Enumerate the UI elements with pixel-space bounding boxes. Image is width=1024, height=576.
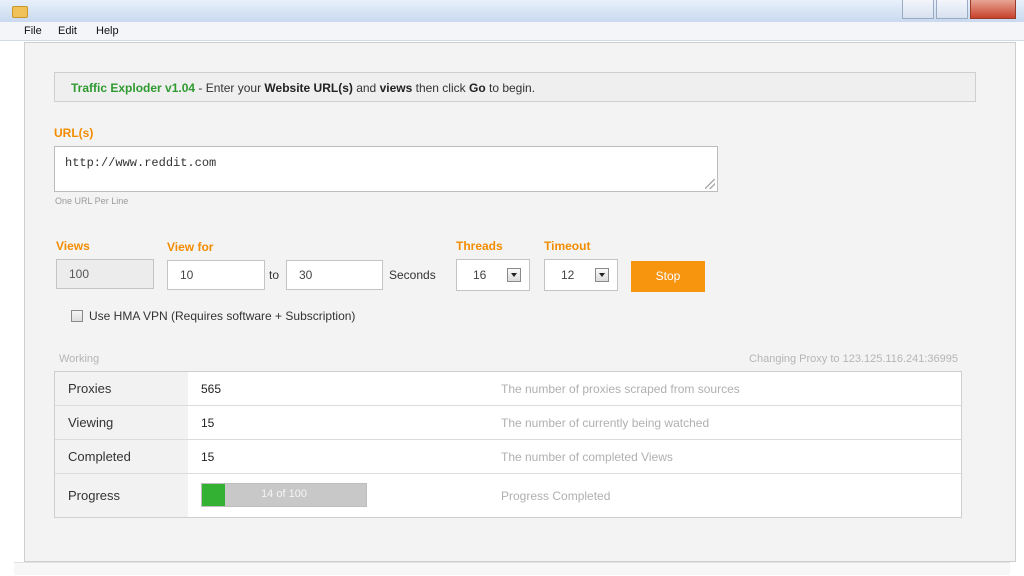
banner-text-2: and: [352, 81, 380, 95]
view-for-label: View for: [167, 240, 214, 254]
row-label: Completed: [68, 449, 131, 464]
app-folder-icon: [12, 6, 28, 18]
resize-grip-icon[interactable]: [705, 179, 715, 189]
menu-help[interactable]: Help: [96, 25, 119, 37]
dropdown-arrow-icon[interactable]: [507, 268, 521, 282]
instruction-banner: Traffic Exploder v1.04 - Enter your Webs…: [54, 72, 976, 102]
banner-text-1: - Enter your: [195, 81, 265, 95]
banner-bold-go: Go: [468, 81, 486, 95]
row-description: The number of completed Views: [501, 450, 673, 464]
menu-bar: File Edit Help: [0, 22, 1024, 41]
row-value: 15: [201, 450, 215, 464]
proxy-status: Changing Proxy to 123.125.116.241:36995: [749, 353, 958, 365]
views-label: Views: [56, 239, 90, 253]
row-label: Progress: [68, 488, 121, 503]
vpn-checkbox[interactable]: [71, 310, 83, 322]
stats-table: Proxies 565 The number of proxies scrape…: [54, 371, 962, 518]
row-label: Proxies: [68, 381, 112, 396]
vpn-checkbox-label[interactable]: Use HMA VPN (Requires software + Subscri…: [89, 309, 355, 323]
banner-text-4: to begin.: [485, 81, 536, 95]
timeout-label: Timeout: [544, 239, 591, 253]
seconds-text: Seconds: [389, 268, 436, 282]
stats-row-viewing: Viewing 15 The number of currently being…: [55, 406, 961, 440]
row-value: 565: [201, 382, 222, 396]
maximize-button[interactable]: [936, 0, 968, 19]
banner-bold-website-urls: Website URL(s): [264, 81, 353, 95]
row-value: 15: [201, 416, 215, 430]
close-button[interactable]: [970, 0, 1016, 19]
window-bottom-strip: [14, 562, 1010, 575]
threads-label: Threads: [456, 239, 503, 253]
url-label: URL(s): [54, 126, 94, 140]
stats-row-proxies: Proxies 565 The number of proxies scrape…: [55, 372, 961, 406]
banner-text-3: then click: [412, 81, 469, 95]
window-controls: [902, 0, 1016, 19]
timeout-value: 12: [561, 268, 575, 282]
threads-select[interactable]: 16: [456, 259, 530, 291]
views-field[interactable]: 100: [56, 259, 154, 289]
stats-row-progress: Progress 14 of 100 Progress Completed: [55, 474, 961, 517]
banner-bold-views: views: [379, 81, 413, 95]
menu-edit[interactable]: Edit: [58, 25, 77, 37]
url-hint: One URL Per Line: [55, 196, 129, 206]
timeout-select[interactable]: 12: [544, 259, 618, 291]
app-name: Traffic Exploder v1.04: [71, 81, 196, 95]
progress-text: 14 of 100: [261, 488, 307, 500]
row-label: Viewing: [68, 415, 114, 430]
stats-row-completed: Completed 15 The number of completed Vie…: [55, 440, 961, 474]
progress-bar: 14 of 100: [201, 483, 367, 507]
view-for-min-field[interactable]: 10: [167, 260, 265, 290]
minimize-button[interactable]: [902, 0, 934, 19]
url-input[interactable]: http://www.reddit.com: [54, 146, 718, 192]
working-status: Working: [59, 353, 100, 365]
view-for-max-field[interactable]: 30: [286, 260, 383, 290]
row-description: The number of proxies scraped from sourc…: [501, 382, 740, 396]
threads-value: 16: [473, 268, 487, 282]
row-description: The number of currently being watched: [501, 416, 710, 430]
row-description: Progress Completed: [501, 489, 611, 503]
to-text: to: [269, 268, 280, 282]
stop-button[interactable]: Stop: [631, 261, 705, 292]
menu-file[interactable]: File: [24, 25, 42, 37]
dropdown-arrow-icon[interactable]: [595, 268, 609, 282]
window-titlebar: [0, 0, 1024, 22]
